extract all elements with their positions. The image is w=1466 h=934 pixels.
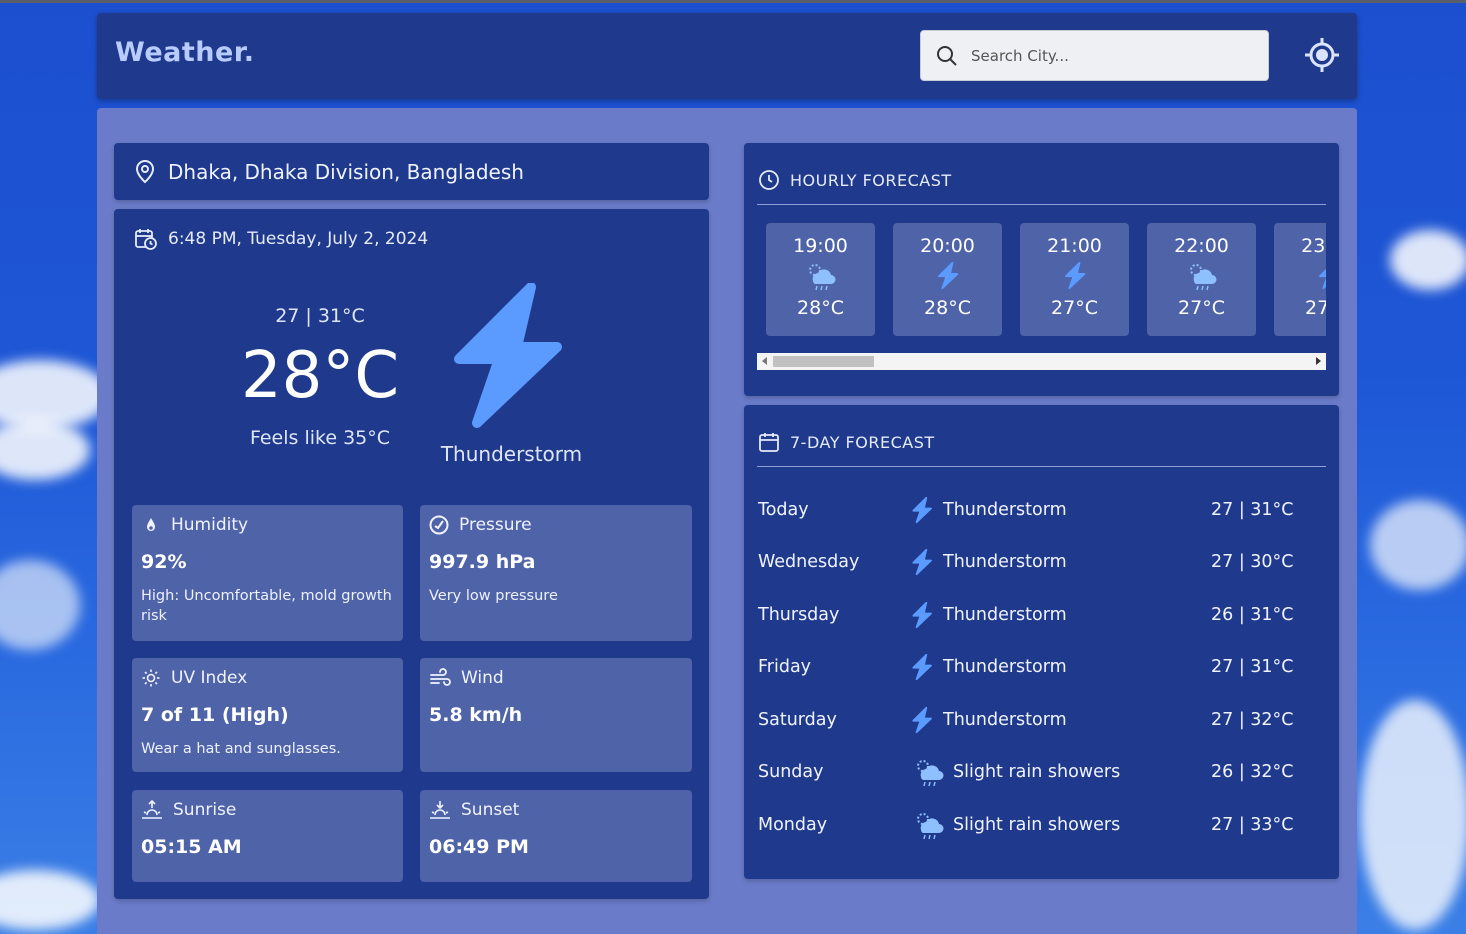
search-input[interactable] [971,46,1251,65]
humidity-desc: High: Uncomfortable, mold growth risk [141,588,392,624]
hourly-item: 19:00 28°C [766,223,875,336]
day-row: Monday Slight rain showers 27 | 33°C [758,805,1318,845]
feels-like: Feels like 35°C [249,427,391,449]
uv-index-tile: UV Index 7 of 11 (High) Wear a hat and s… [132,658,403,772]
current-condition: Thunderstorm [440,442,583,466]
day-row: Friday Thunderstorm 27 | 31°C [758,647,1318,687]
thunderstorm-icon [912,653,932,680]
thunderstorm-icon [1064,262,1085,290]
location-card: Dhaka, Dhaka Division, Bangladesh [114,143,709,200]
current-weather-card: 6:48 PM, Tuesday, July 2, 2024 27 | 31°C… [114,209,709,899]
location-name: Dhaka, Dhaka Division, Bangladesh [168,159,524,184]
calendar-icon [759,433,779,452]
thunderstorm-icon [912,601,932,628]
sunset-value: 06:49 PM [429,836,529,858]
sunrise-icon [142,800,162,819]
rain-showers-icon [917,760,944,787]
sunrise-tile: Sunrise 05:15 AM [132,790,403,882]
current-temp-range: 27 | 31°C [275,305,365,327]
thunderstorm-icon [912,496,932,523]
weekly-title: 7-DAY FORECAST [758,431,935,453]
divider [757,466,1326,467]
calendar-clock-icon [135,229,157,250]
wind-value: 5.8 km/h [429,704,523,726]
hourly-title: HOURLY FORECAST [758,169,952,191]
wind-icon [430,668,451,686]
thunderstorm-icon [454,283,562,428]
thunderstorm-icon [1318,268,1326,290]
day-row: Today Thunderstorm 27 | 31°C [758,490,1318,530]
humidity-value: 92% [141,551,187,573]
pressure-value: 997.9 hPa [429,551,536,573]
scrollbar-thumb[interactable] [773,356,874,367]
main-panel: Dhaka, Dhaka Division, Bangladesh 6:48 P… [97,108,1357,934]
droplet-icon [147,518,155,531]
rain-showers-icon [917,813,944,840]
rain-showers-icon [808,264,835,291]
rain-showers-icon [1189,264,1216,291]
pressure-tile: Pressure 997.9 hPa Very low pressure [420,505,692,641]
hourly-item: 22:00 27°C [1147,223,1256,336]
search-box[interactable] [920,30,1269,81]
day-row: Saturday Thunderstorm 27 | 32°C [758,700,1318,740]
gauge-icon [429,515,449,535]
sky-cloud [0,560,80,650]
clock-icon [759,170,779,190]
thunderstorm-icon [912,548,932,575]
current-location-icon[interactable] [1304,37,1340,73]
day-row: Wednesday Thunderstorm 27 | 30°C [758,542,1318,582]
sun-icon [142,669,160,687]
uv-desc: Wear a hat and sunglasses. [141,741,341,757]
sky-cloud [1370,500,1466,590]
hourly-forecast-card: HOURLY FORECAST 19:00 28°C 20:00 28°C 21… [744,143,1339,396]
app-logo[interactable]: Weather. [115,37,255,68]
hourly-item: 20:00 28°C [893,223,1002,336]
hourly-scroll-area[interactable]: 19:00 28°C 20:00 28°C 21:00 27°C 22:00 2… [757,223,1326,373]
divider [757,204,1326,205]
sky-cloud [0,870,100,930]
sunrise-value: 05:15 AM [141,836,242,858]
sky-cloud [0,420,90,480]
thunderstorm-icon [912,706,932,733]
uv-value: 7 of 11 (High) [141,704,289,726]
sky-cloud [0,360,110,430]
current-datetime: 6:48 PM, Tuesday, July 2, 2024 [134,227,428,251]
seven-day-forecast-card: 7-DAY FORECAST Today Thunderstorm 27 | 3… [744,405,1339,879]
thunderstorm-icon [937,262,958,290]
wind-tile: Wind 5.8 km/h [420,658,692,772]
humidity-tile: Humidity 92% High: Uncomfortable, mold g… [132,505,403,641]
pressure-desc: Very low pressure [429,588,558,604]
scroll-right-arrow[interactable] [1316,357,1321,365]
day-row: Sunday Slight rain showers 26 | 32°C [758,752,1318,792]
browser-top-edge [0,0,1466,3]
hourly-item: 21:00 27°C [1020,223,1129,336]
search-icon [937,45,957,66]
sky-cloud [1390,230,1466,290]
sunset-tile: Sunset 06:49 PM [420,790,692,882]
hourly-item: 23:00 27°C [1274,223,1326,336]
current-temperature: 28°C [240,339,400,413]
day-row: Thursday Thunderstorm 26 | 31°C [758,595,1318,635]
scroll-left-arrow[interactable] [762,357,767,365]
map-pin-icon [135,159,155,183]
horizontal-scrollbar[interactable] [757,353,1326,370]
app-header: Weather. [97,13,1357,99]
sky-cloud [1360,700,1466,930]
sunset-icon [430,801,450,819]
